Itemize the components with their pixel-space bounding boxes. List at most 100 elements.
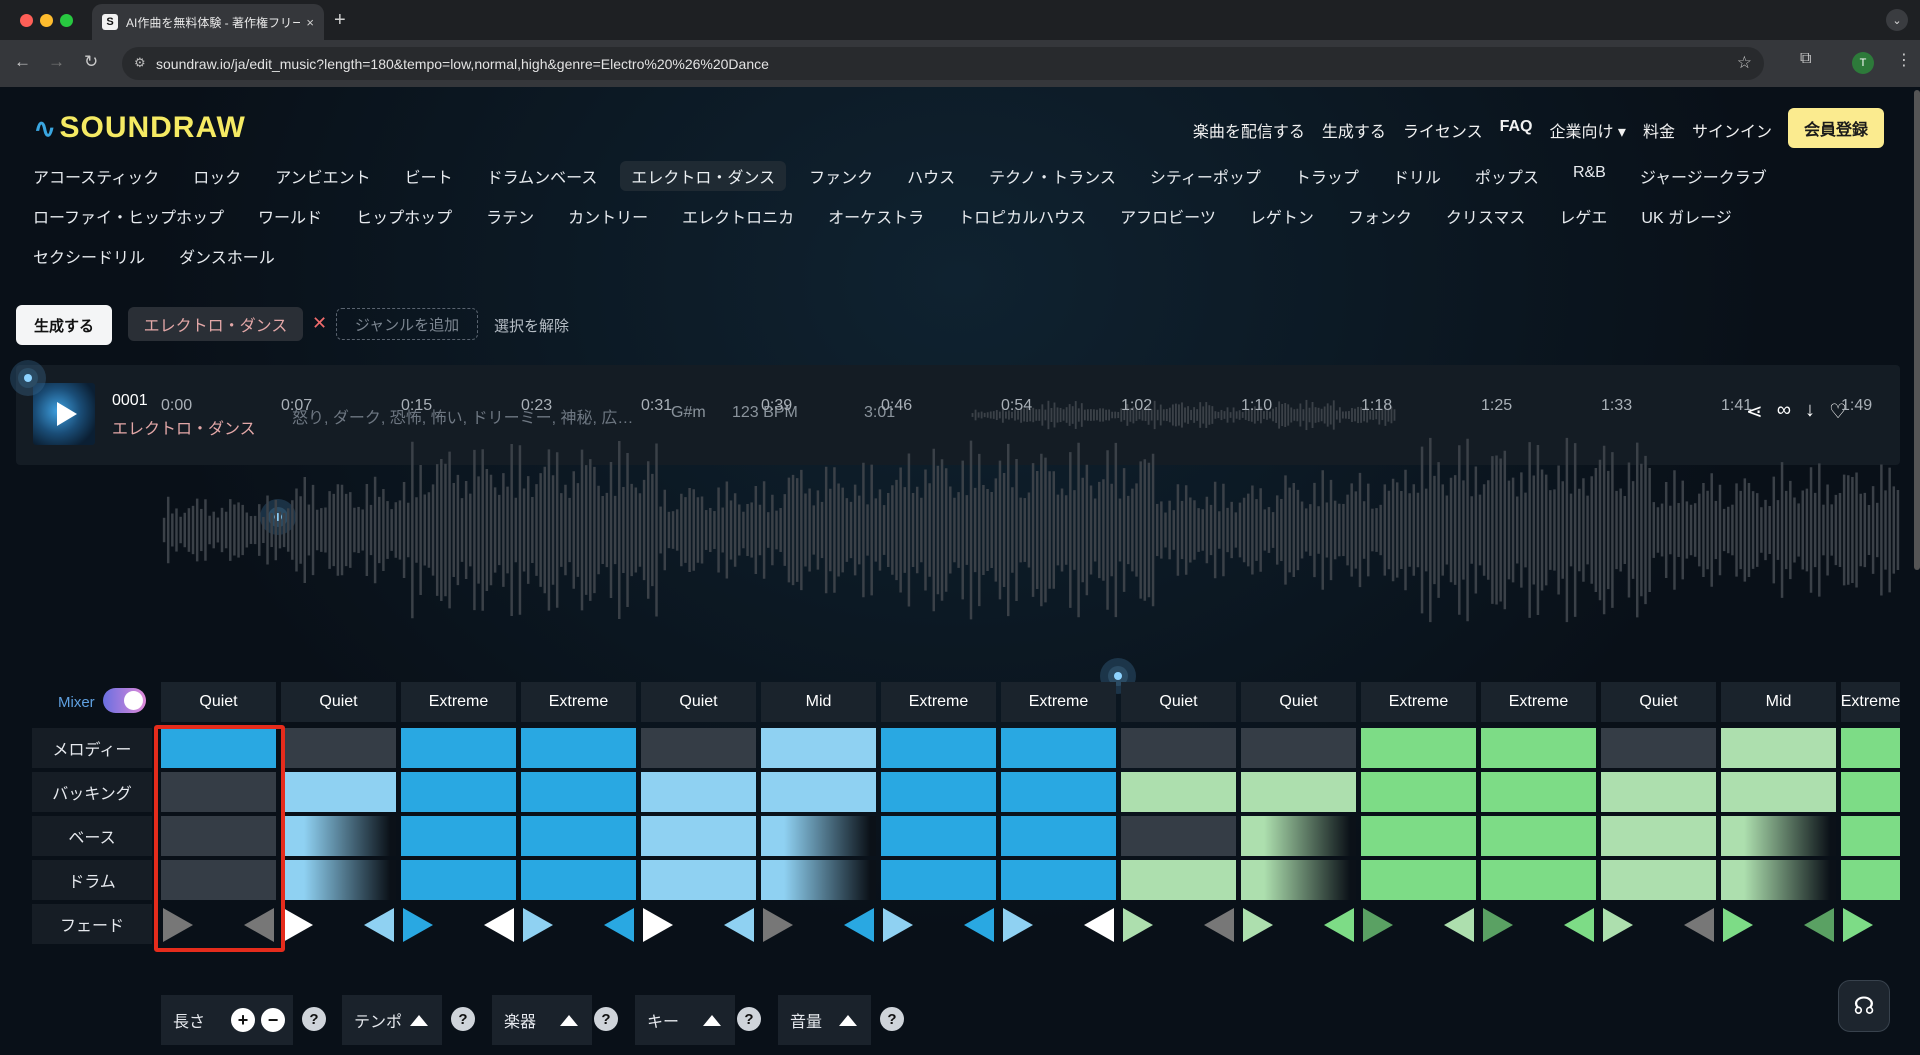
playhead-marker[interactable]: [18, 368, 38, 388]
nav-enterprise[interactable]: 企業向け ▾: [1549, 118, 1625, 142]
mixer-section-header[interactable]: Extreme: [401, 682, 516, 722]
mixer-cell[interactable]: [761, 728, 876, 768]
genre-item[interactable]: レゲエ: [1548, 201, 1618, 231]
key-control[interactable]: キー: [635, 995, 735, 1045]
reload-icon[interactable]: ↻: [84, 52, 98, 72]
mixer-cell[interactable]: [1721, 772, 1836, 812]
generate-button[interactable]: 生成する: [16, 305, 112, 345]
genre-item[interactable]: UK ガレージ: [1630, 201, 1742, 231]
mixer-cell[interactable]: [1361, 816, 1476, 856]
genre-item[interactable]: レゲトン: [1239, 201, 1325, 231]
site-settings-icon[interactable]: ⚙: [134, 55, 146, 71]
genre-item[interactable]: トロピカルハウス: [947, 201, 1097, 231]
fade-out-handle[interactable]: [1684, 908, 1714, 942]
mixer-cell[interactable]: [641, 728, 756, 768]
mixer-section-header[interactable]: Quiet: [1121, 682, 1236, 722]
genre-item[interactable]: アフロビーツ: [1109, 201, 1227, 231]
genre-item[interactable]: クリスマス: [1435, 201, 1537, 231]
nav-generate[interactable]: 生成する: [1322, 118, 1386, 142]
fade-out-handle[interactable]: [1084, 908, 1114, 942]
mixer-section-header[interactable]: Quiet: [1241, 682, 1356, 722]
mixer-cell[interactable]: [1481, 728, 1596, 768]
genre-item[interactable]: カントリー: [557, 201, 659, 231]
mixer-cell[interactable]: [1601, 772, 1716, 812]
mixer-cell[interactable]: [521, 772, 636, 812]
length-help-icon[interactable]: ?: [302, 1007, 326, 1031]
mixer-cell[interactable]: [1601, 728, 1716, 768]
tempo-help-icon[interactable]: ?: [451, 1007, 475, 1031]
mixer-section-header[interactable]: Extreme: [521, 682, 636, 722]
bookmark-star-icon[interactable]: ☆: [1737, 53, 1752, 73]
instruments-control[interactable]: 楽器: [492, 995, 592, 1045]
mixer-cell[interactable]: [1841, 860, 1900, 900]
length-minus-button[interactable]: −: [261, 1008, 285, 1032]
genre-item[interactable]: ヒップホップ: [345, 201, 463, 231]
mixer-cell[interactable]: [641, 816, 756, 856]
genre-item[interactable]: ロック: [182, 161, 252, 191]
mixer-cell[interactable]: [1121, 860, 1236, 900]
fade-in-handle[interactable]: [1003, 908, 1033, 942]
mixer-cell[interactable]: [1481, 860, 1596, 900]
mixer-cell[interactable]: [761, 772, 876, 812]
mixer-cell[interactable]: [641, 772, 756, 812]
mixer-cell[interactable]: [401, 860, 516, 900]
fade-out-handle[interactable]: [724, 908, 754, 942]
mixer-cell[interactable]: [1241, 816, 1356, 856]
mixer-section-header[interactable]: Quiet: [641, 682, 756, 722]
mixer-cell[interactable]: [1841, 816, 1900, 856]
mixer-cell[interactable]: [1361, 728, 1476, 768]
fade-out-handle[interactable]: [1324, 908, 1354, 942]
instruments-help-icon[interactable]: ?: [594, 1007, 618, 1031]
genre-item[interactable]: ラテン: [475, 201, 545, 231]
close-window-button[interactable]: [20, 14, 33, 27]
support-headset-icon[interactable]: ☊: [1838, 980, 1890, 1032]
fade-in-handle[interactable]: [1123, 908, 1153, 942]
mixer-cell[interactable]: [1601, 860, 1716, 900]
fade-in-handle[interactable]: [1843, 908, 1873, 942]
genre-item[interactable]: トラップ: [1284, 161, 1370, 191]
mixer-section-header[interactable]: Mid: [761, 682, 876, 722]
fade-in-handle[interactable]: [883, 908, 913, 942]
mixer-section-header[interactable]: Mid: [1721, 682, 1836, 722]
mixer-cell[interactable]: [1361, 860, 1476, 900]
fade-in-handle[interactable]: [1483, 908, 1513, 942]
mixer-cell[interactable]: [881, 860, 996, 900]
fade-out-handle[interactable]: [1804, 908, 1834, 942]
address-bar[interactable]: ⚙ soundraw.io/ja/edit_music?length=180&t…: [122, 47, 1764, 80]
add-genre-button[interactable]: ジャンルを追加: [336, 308, 478, 340]
fade-out-handle[interactable]: [364, 908, 394, 942]
mixer-cell[interactable]: [1361, 772, 1476, 812]
maximize-window-button[interactable]: [60, 14, 73, 27]
fade-in-handle[interactable]: [1363, 908, 1393, 942]
browser-tab[interactable]: S AI作曲を無料体験 - 著作権フリー… ×: [92, 4, 324, 40]
genre-item[interactable]: エレクトロ・ダンス: [620, 161, 787, 191]
profile-avatar[interactable]: T: [1852, 52, 1874, 74]
remove-genre-icon[interactable]: ✕: [312, 313, 327, 334]
soundraw-logo[interactable]: ∿ SOUNDRAW: [33, 111, 246, 145]
nav-pricing[interactable]: 料金: [1643, 118, 1675, 142]
genre-item[interactable]: ドラムンベース: [476, 161, 609, 191]
mixer-cell[interactable]: [1001, 860, 1116, 900]
mixer-cell[interactable]: [1841, 728, 1900, 768]
nav-signin[interactable]: サインイン: [1692, 118, 1772, 142]
mixer-cell[interactable]: [881, 728, 996, 768]
fade-in-handle[interactable]: [403, 908, 433, 942]
fade-out-handle[interactable]: [1564, 908, 1594, 942]
main-waveform[interactable]: [162, 425, 1900, 635]
genre-item[interactable]: シティーポップ: [1139, 161, 1272, 191]
mixer-cell[interactable]: [1721, 860, 1836, 900]
mixer-cell[interactable]: [401, 816, 516, 856]
mixer-cell[interactable]: [881, 816, 996, 856]
genre-item[interactable]: R&B: [1562, 161, 1617, 191]
mixer-section-header[interactable]: Quiet: [281, 682, 396, 722]
genre-item[interactable]: ビート: [394, 161, 464, 191]
nav-license[interactable]: ライセンス: [1403, 118, 1483, 142]
key-help-icon[interactable]: ?: [737, 1007, 761, 1031]
genre-item[interactable]: ダンスホール: [168, 241, 286, 271]
fade-in-handle[interactable]: [523, 908, 553, 942]
nav-distribute[interactable]: 楽曲を配信する: [1193, 118, 1305, 142]
genre-item[interactable]: ワールド: [247, 201, 333, 231]
mixer-section-header[interactable]: Extreme: [1361, 682, 1476, 722]
fade-in-handle[interactable]: [1603, 908, 1633, 942]
mixer-cell[interactable]: [521, 728, 636, 768]
